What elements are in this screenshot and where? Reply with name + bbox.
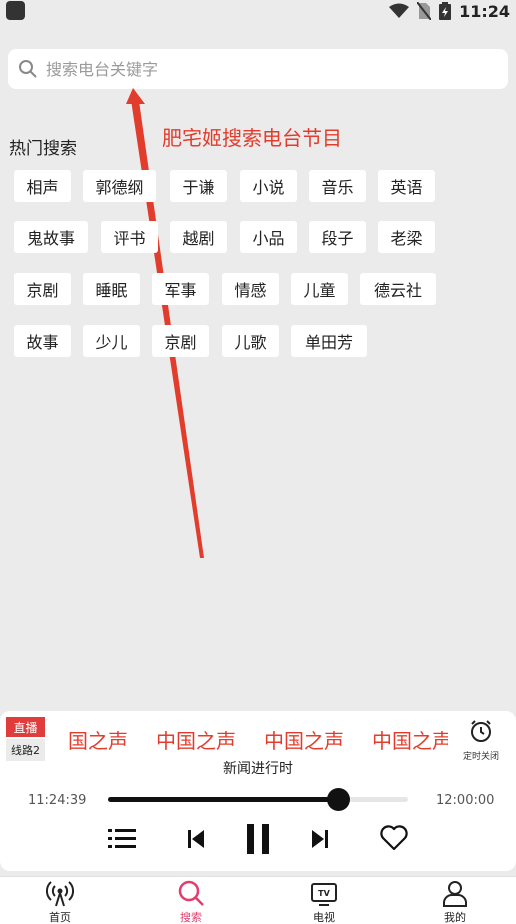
- progress-bar[interactable]: [108, 788, 408, 811]
- player-panel: 直播 线路2 国之声 中国之声 中国之声 中国之声 定时关闭 新闻进行时 11:24:…: [0, 711, 516, 871]
- playlist-button[interactable]: [106, 823, 138, 855]
- alarm-clock-icon: [471, 720, 491, 742]
- search-icon: [178, 880, 204, 906]
- elapsed-time: 11:24:39: [28, 793, 87, 808]
- hot-tag[interactable]: 军事: [152, 273, 209, 305]
- marquee-text: 国之声: [68, 729, 128, 753]
- hot-search-title: 热门搜索: [9, 139, 77, 159]
- hot-tag[interactable]: 德云社: [360, 273, 436, 305]
- search-icon: [19, 60, 37, 78]
- tab-tv[interactable]: TV 电视: [284, 879, 364, 924]
- battery-charging-icon: [439, 2, 452, 20]
- status-time: 11:24: [459, 1, 510, 21]
- hot-tag[interactable]: 单田芳: [291, 325, 367, 357]
- pause-button[interactable]: [242, 821, 274, 857]
- hot-tag[interactable]: 睡眠: [83, 273, 140, 305]
- hot-tag[interactable]: 越剧: [170, 221, 227, 253]
- next-button[interactable]: [304, 823, 336, 855]
- hot-tag[interactable]: 儿童: [291, 273, 348, 305]
- broadcast-icon: [46, 881, 74, 907]
- hot-tag[interactable]: 音乐: [309, 170, 366, 202]
- tab-home[interactable]: 首页: [20, 879, 100, 924]
- no-sim-icon: [417, 2, 432, 20]
- sleep-timer-button[interactable]: 定时关闭: [458, 719, 504, 762]
- progress-fill: [108, 797, 338, 802]
- tab-profile[interactable]: 我的: [415, 879, 495, 924]
- marquee-text: 中国之声: [264, 729, 344, 753]
- previous-button[interactable]: [180, 823, 212, 855]
- hot-tag[interactable]: 京剧: [152, 325, 209, 357]
- tab-label: 搜索: [180, 911, 202, 924]
- wifi-icon: [389, 3, 410, 18]
- hot-tag[interactable]: 少儿: [83, 325, 140, 357]
- search-bar[interactable]: [8, 49, 508, 89]
- hot-tag[interactable]: 情感: [222, 273, 279, 305]
- hot-tag[interactable]: 相声: [14, 170, 71, 202]
- skip-previous-icon: [188, 830, 204, 848]
- heart-icon: [380, 825, 408, 851]
- hot-tag[interactable]: 鬼故事: [14, 221, 88, 253]
- progress-knob[interactable]: [326, 788, 350, 811]
- tab-label: 首页: [49, 911, 71, 924]
- marquee-text: 中国之声: [156, 729, 236, 753]
- user-icon: [443, 881, 467, 907]
- hot-tag[interactable]: 于谦: [170, 170, 227, 202]
- hot-tag[interactable]: 郭德纲: [83, 170, 156, 202]
- end-time: 12:00:00: [436, 793, 495, 808]
- skip-next-icon: [312, 830, 328, 848]
- hot-tag[interactable]: 故事: [14, 325, 71, 357]
- program-title: 新闻进行时: [223, 761, 293, 777]
- hot-tag[interactable]: 老梁: [378, 221, 435, 253]
- list-icon: [108, 829, 136, 848]
- live-badge: 直播: [6, 717, 45, 737]
- station-marquee: 国之声 中国之声 中国之声 中国之声: [58, 725, 448, 755]
- hot-tag[interactable]: 儿歌: [222, 325, 279, 357]
- annotation-text: 肥宅姬搜索电台节目: [162, 126, 342, 150]
- tv-icon: TV: [311, 883, 337, 906]
- tab-label: 电视: [313, 911, 335, 924]
- hot-tag[interactable]: 小说: [240, 170, 297, 202]
- tab-search[interactable]: 搜索: [151, 879, 231, 924]
- bottom-tab-bar: 首页 搜索 TV 电视 我的: [0, 876, 516, 924]
- hot-tag[interactable]: 京剧: [14, 273, 71, 305]
- hot-tag[interactable]: 英语: [378, 170, 435, 202]
- pause-icon: [247, 824, 269, 854]
- hot-tag[interactable]: 评书: [101, 221, 158, 253]
- hot-tag[interactable]: 小品: [240, 221, 297, 253]
- tab-label: 我的: [444, 911, 466, 924]
- search-input[interactable]: [46, 59, 486, 79]
- status-bar: 11:24: [0, 0, 516, 22]
- svg-text:TV: TV: [318, 889, 330, 898]
- favorite-button[interactable]: [377, 821, 411, 855]
- app-notification-icon: [6, 1, 25, 20]
- hot-tag[interactable]: 段子: [309, 221, 366, 253]
- marquee-text: 中国之声: [372, 729, 448, 753]
